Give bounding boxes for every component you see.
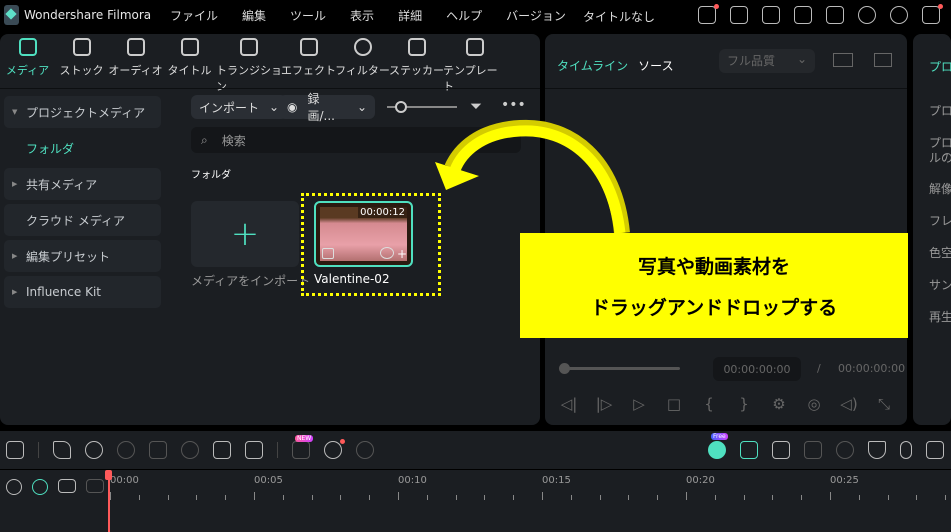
ruler-tick [945,495,947,500]
track-unlink-icon[interactable] [86,479,104,493]
ruler-tick [714,495,716,500]
scissors-icon[interactable] [181,441,199,459]
ruler-tick [686,492,687,500]
track-link-icon[interactable] [58,479,76,493]
layout-grid-icon[interactable] [6,441,24,459]
ruler-label: 00:25 [830,475,859,486]
playhead[interactable] [105,470,111,532]
ruler-tick [858,495,860,500]
ai-music-icon[interactable] [324,439,345,459]
delete-icon[interactable] [149,441,167,459]
ruler-tick [369,495,371,500]
ai-palette-icon[interactable] [356,441,374,459]
text-to-video-icon[interactable] [772,441,790,459]
ruler-tick [254,492,255,500]
ai-extend-icon[interactable]: NEW [292,435,314,459]
ruler-tick [599,495,601,500]
ruler-label: 00:00 [110,475,139,486]
timeline-ruler[interactable]: 00:00 00:05 00:10 00:15 00:20 00:25 [110,470,951,510]
callout-line-1: 写真や動画素材を [637,255,790,278]
ruler-tick [801,495,803,500]
ruler-tick [340,495,342,500]
ruler-tick [570,495,572,500]
shield-icon[interactable] [868,441,886,459]
ruler-tick [138,495,140,500]
ruler-label: 00:15 [542,475,571,486]
ruler-tick [196,495,198,500]
select-tool-icon[interactable] [53,441,71,459]
ai-mate-icon[interactable]: Free [708,433,728,459]
ruler-tick [225,495,227,500]
free-badge: Free [711,433,728,440]
ruler-tick [916,495,918,500]
divider [277,442,278,458]
ruler-tick [830,492,831,500]
ruler-tick [455,495,457,500]
ruler-label: 00:05 [254,475,283,486]
divider [38,442,39,458]
ruler-tick [657,495,659,500]
crop-icon[interactable] [245,441,263,459]
audio-mixer-icon[interactable] [926,441,944,459]
ruler-tick [887,495,889,500]
timeline-toolbar: NEW [6,435,374,459]
new-badge: NEW [295,435,314,442]
ruler-tick [513,495,515,500]
ruler-tick [743,495,745,500]
microphone-icon[interactable] [900,441,912,459]
auto-reframe-icon[interactable] [836,441,854,459]
ruler-tick [110,492,111,500]
undo-icon[interactable] [85,441,103,459]
ruler-tick [426,495,428,500]
ruler-tick [282,495,284,500]
ruler-tick [398,492,399,500]
instruction-callout: 写真や動画素材を ドラッグアンドドロップする [520,233,908,338]
ruler-tick [484,495,486,500]
link-icon[interactable] [32,479,48,495]
split-screen-icon[interactable] [740,441,758,459]
ruler-tick [167,495,169,500]
callout-line-2: ドラッグアンドドロップする [590,296,838,319]
timeline-settings-icon[interactable] [6,479,22,495]
ruler-tick [542,492,543,500]
ruler-tick [772,495,774,500]
ruler-label: 00:20 [686,475,715,486]
ruler-label: 00:10 [398,475,427,486]
redo-icon[interactable] [117,441,135,459]
text-tool-icon[interactable] [213,441,231,459]
ruler-tick [311,495,313,500]
image-to-video-icon[interactable] [804,441,822,459]
ruler-tick [628,495,630,500]
